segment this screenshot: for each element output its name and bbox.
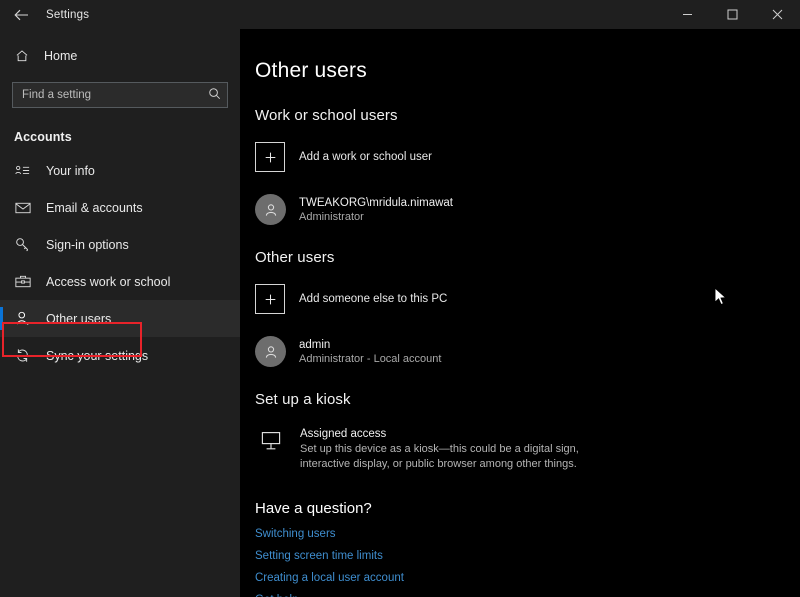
user-role: Administrator - Local account [299,353,441,365]
user-name: admin [299,339,441,351]
sidebar-item-label: Email & accounts [46,201,143,215]
help-link-create-local-account[interactable]: Creating a local user account [255,572,404,584]
sidebar-item-label: Sign-in options [46,238,129,252]
back-arrow-icon[interactable] [0,0,42,29]
sidebar-item-access-work-school[interactable]: Access work or school [0,263,240,300]
add-work-school-user-button[interactable]: Add a work or school user [240,142,800,172]
search-icon[interactable] [204,87,221,103]
window-controls [665,0,800,29]
person-avatar-icon [255,194,286,225]
local-user-text: admin Administrator - Local account [299,339,441,365]
assigned-access-title: Assigned access [300,428,580,440]
sidebar-item-sync-your-settings[interactable]: Sync your settings [0,337,240,374]
home-icon [14,49,30,63]
person-avatar-icon [255,336,286,367]
work-school-user-text: TWEAKORG\mridula.nimawat Administrator [299,197,453,223]
kiosk-display-icon [255,428,287,452]
page-title: Other users [240,59,800,83]
sidebar-home-label: Home [44,49,77,63]
person-icon [14,311,31,326]
window-body: Home Accounts [0,29,800,597]
title-bar: Settings [0,0,800,29]
search-box[interactable] [12,82,228,108]
sidebar-item-your-info[interactable]: Your info [0,152,240,189]
add-someone-else-label: Add someone else to this PC [299,293,447,305]
search-container [0,73,240,108]
sidebar-item-home[interactable]: Home [0,39,240,73]
plus-icon [255,284,285,314]
plus-icon [255,142,285,172]
add-someone-else-button[interactable]: Add someone else to this PC [240,284,800,314]
work-school-user-row[interactable]: TWEAKORG\mridula.nimawat Administrator [240,194,800,225]
close-button[interactable] [755,0,800,29]
help-link-switching-users[interactable]: Switching users [255,528,336,540]
envelope-icon [14,202,31,214]
sidebar-item-sign-in-options[interactable]: Sign-in options [0,226,240,263]
add-work-school-user-label: Add a work or school user [299,151,432,163]
sidebar-item-email-accounts[interactable]: Email & accounts [0,189,240,226]
have-a-question-heading: Have a question? [240,472,800,517]
id-card-icon [14,164,31,177]
help-links-list: Switching users Setting screen time limi… [240,528,800,597]
main-content: Other users Work or school users Add a w… [240,29,800,597]
assigned-access-text: Assigned access Set up this device as a … [300,428,580,472]
sidebar-nav: Your info Email & accounts [0,150,240,374]
other-users-heading: Other users [240,225,800,266]
sidebar-item-label: Your info [46,164,95,178]
sidebar-category-title: Accounts [0,108,240,150]
sync-icon [14,348,31,363]
sidebar: Home Accounts [0,29,240,597]
minimize-button[interactable] [665,0,710,29]
sidebar-item-label: Other users [46,312,111,326]
settings-window: Settings Home [0,0,800,597]
briefcase-icon [14,275,31,288]
user-name: TWEAKORG\mridula.nimawat [299,197,453,209]
user-role: Administrator [299,211,453,223]
sidebar-item-other-users[interactable]: Other users [0,300,240,337]
maximize-button[interactable] [710,0,755,29]
help-link-screen-time-limits[interactable]: Setting screen time limits [255,550,383,562]
assigned-access-description: Set up this device as a kiosk—this could… [300,442,580,472]
key-icon [14,237,31,252]
search-input[interactable] [22,89,204,101]
assigned-access-row[interactable]: Assigned access Set up this device as a … [240,428,800,472]
kiosk-heading: Set up a kiosk [240,367,800,408]
local-user-row[interactable]: admin Administrator - Local account [240,336,800,367]
sidebar-item-label: Sync your settings [46,349,148,363]
sidebar-item-label: Access work or school [46,275,170,289]
work-school-heading: Work or school users [240,83,800,124]
window-title: Settings [46,9,89,21]
